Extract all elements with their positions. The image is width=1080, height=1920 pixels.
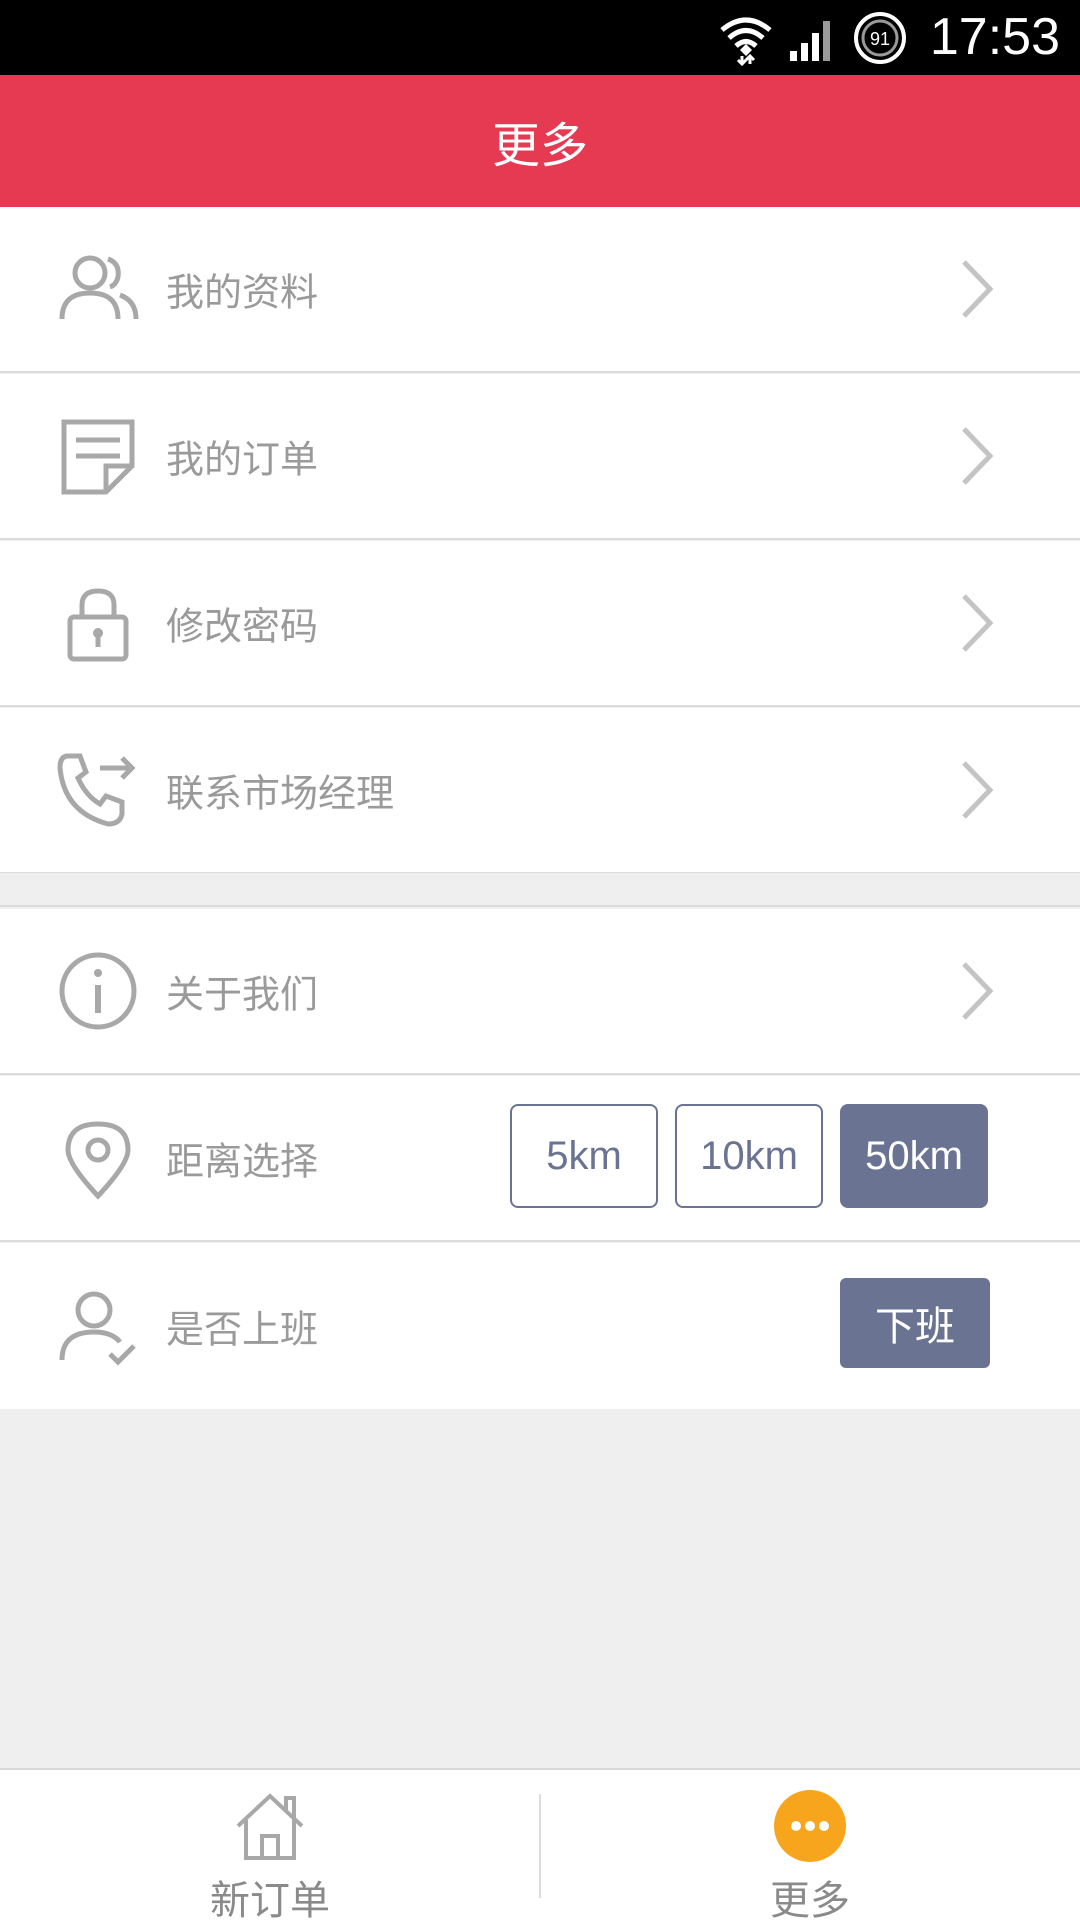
more-screen: 91 17:53 更多 我的资料 我的订单 修改密码 联系市场经理 关于我们 距…	[0, 0, 1080, 1920]
status-time: 17:53	[929, 8, 1060, 66]
users-icon	[59, 255, 139, 320]
chevron-right-icon	[962, 761, 994, 819]
info-icon	[59, 952, 137, 1030]
chevron-right-icon	[962, 260, 994, 318]
user-check-icon	[59, 1291, 136, 1366]
menu-item-label: 修改密码	[166, 604, 319, 649]
menu-item-contact-manager[interactable]: 联系市场经理	[0, 708, 1080, 874]
battery-icon: 91	[853, 11, 906, 64]
menu-item-change-password[interactable]: 修改密码	[0, 541, 1080, 707]
phone-transfer-icon	[57, 753, 136, 827]
menu-item-orders[interactable]: 我的订单	[0, 374, 1080, 540]
chevron-right-icon	[962, 427, 994, 485]
bottom-nav: 新订单 更多	[0, 1768, 1080, 1920]
distance-option-10km[interactable]: 10km	[675, 1104, 823, 1208]
section-gap	[0, 873, 1080, 907]
nav-label: 更多	[770, 1878, 850, 1920]
nav-item-more[interactable]: 更多	[540, 1770, 1080, 1920]
distance-option-5km[interactable]: 5km	[510, 1104, 658, 1208]
off-duty-button[interactable]: 下班	[840, 1278, 990, 1368]
lock-icon	[67, 588, 129, 662]
battery-level: 91	[870, 29, 890, 49]
menu-item-label: 我的订单	[166, 437, 319, 482]
status-icons: 91 17:53	[718, 0, 1060, 75]
nav-label: 新订单	[210, 1878, 330, 1920]
menu-item-profile[interactable]: 我的资料	[0, 207, 1080, 373]
menu-item-label: 联系市场经理	[166, 771, 395, 816]
menu-item-label: 是否上班	[166, 1307, 319, 1352]
title-bar: 更多	[0, 75, 1080, 207]
page-title: 更多	[491, 118, 588, 174]
menu-item-label: 关于我们	[166, 972, 319, 1017]
location-pin-icon	[65, 1121, 131, 1200]
wifi-icon	[720, 17, 772, 66]
menu-item-label: 我的资料	[166, 270, 319, 315]
chevron-right-icon	[962, 962, 994, 1020]
menu-item-label: 距离选择	[166, 1139, 319, 1184]
signal-icon	[789, 20, 830, 61]
chevron-right-icon	[962, 594, 994, 652]
nav-item-new-orders[interactable]: 新订单	[0, 1770, 540, 1920]
status-bar: 91 17:53	[0, 0, 1080, 75]
home-icon	[236, 1793, 304, 1860]
order-icon	[61, 419, 135, 495]
menu-item-about[interactable]: 关于我们	[0, 909, 1080, 1075]
distance-option-50km[interactable]: 50km	[840, 1104, 988, 1208]
more-icon	[774, 1790, 846, 1862]
